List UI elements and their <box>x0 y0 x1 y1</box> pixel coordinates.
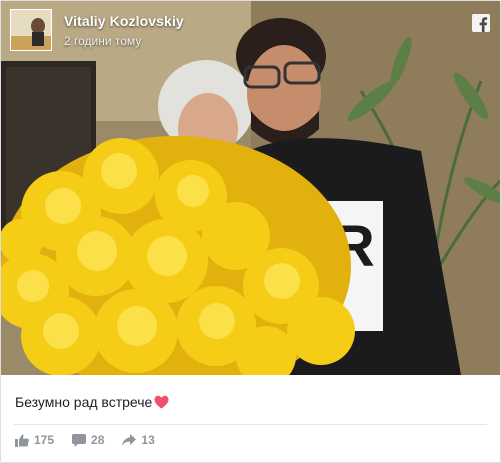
post-actions: 175 28 13 <box>15 433 173 447</box>
author-name[interactable]: Vitaliy Kozlovskiy <box>64 13 184 29</box>
post-timestamp[interactable]: 2 години тому <box>64 34 141 48</box>
heart-icon <box>154 395 169 409</box>
comment-action[interactable]: 28 <box>72 433 104 447</box>
divider <box>14 424 487 425</box>
share-action[interactable]: 13 <box>122 433 155 447</box>
author-avatar[interactable] <box>10 9 52 51</box>
comment-count: 28 <box>91 433 105 447</box>
post-caption: Безумно рад встрече <box>15 394 169 410</box>
like-icon <box>15 434 29 447</box>
facebook-icon[interactable] <box>472 14 490 32</box>
comment-icon <box>72 433 87 447</box>
like-count: 175 <box>34 433 55 447</box>
share-icon <box>122 434 137 446</box>
post-header: Vitaliy Kozlovskiy 2 години тому <box>1 1 500 59</box>
share-count: 13 <box>141 433 155 447</box>
facebook-post-card: DR <box>0 0 501 463</box>
caption-text: Безумно рад встрече <box>15 394 153 410</box>
like-action[interactable]: 175 <box>15 433 54 447</box>
